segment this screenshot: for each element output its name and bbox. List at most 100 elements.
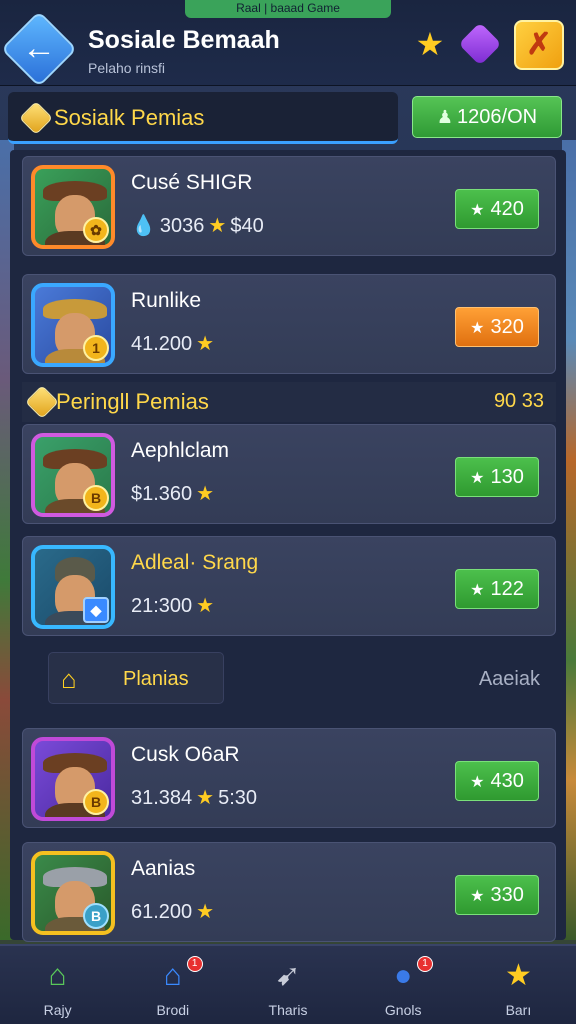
- player-stats: $1.360 ★: [131, 481, 218, 506]
- reward-button[interactable]: ★ 320: [455, 307, 539, 347]
- reward-button[interactable]: ★ 420: [455, 189, 539, 229]
- nav-label: Tharis: [268, 1002, 308, 1018]
- stat-primary: 61.200: [131, 901, 193, 923]
- star-icon: ★: [470, 320, 485, 337]
- nav-label: Brodi: [156, 1002, 190, 1018]
- battle-button[interactable]: ✗: [514, 20, 564, 70]
- section-header-social: Sosialk Pemias: [8, 92, 398, 144]
- reward-value: 130: [490, 466, 524, 488]
- coin-icon: [25, 385, 59, 419]
- stat-secondary: 5:30: [218, 787, 258, 809]
- user-icon: ♟: [436, 107, 454, 127]
- stat-primary: 21:300: [131, 595, 193, 617]
- filter-label: Planias: [123, 668, 189, 690]
- avatar: ✿: [31, 165, 115, 249]
- house-icon: ⌂: [48, 959, 67, 992]
- nav-item-bow[interactable]: ➹ Tharis: [230, 946, 345, 1024]
- avatar: ◆: [31, 545, 115, 629]
- reward-value: 430: [490, 770, 524, 792]
- player-name: Cusk O6aR: [131, 743, 240, 766]
- stat-secondary: $40: [230, 215, 264, 237]
- star-icon: ★: [470, 470, 485, 487]
- player-name: Cusé SHIGR: [131, 171, 253, 194]
- reward-value: 330: [490, 884, 524, 906]
- star-icon: ★: [196, 483, 215, 505]
- list-item[interactable]: ◆ Adleal· Srang 21:300 ★ ★ 122: [22, 536, 556, 636]
- list-item[interactable]: 1 Runlike 41.200 ★ ★ 320: [22, 274, 556, 374]
- stat-primary: 31.384: [131, 787, 193, 809]
- nav-label: Rajy: [43, 1002, 72, 1018]
- reward-button[interactable]: ★ 130: [455, 457, 539, 497]
- avatar: B: [31, 433, 115, 517]
- member-count-label: 1206/ON: [457, 106, 538, 128]
- drop-icon: 💧: [131, 215, 156, 237]
- nav-item-home[interactable]: ⌂ Rajy: [0, 946, 115, 1024]
- bottom-nav: ⌂ Rajy ⌂ 1 Brodi ➹ Tharis ● 1 Gnols ★ Ba…: [0, 944, 576, 1024]
- star-icon: ★: [208, 215, 227, 237]
- page-title: Sosiale Bemaah: [88, 26, 280, 54]
- nav-item-social[interactable]: ● 1 Gnols: [346, 946, 461, 1024]
- section-title: Sosialk Pemias: [54, 105, 205, 130]
- nav-item-shop[interactable]: ⌂ 1 Brodi: [115, 946, 230, 1024]
- player-stats: 31.384 ★ 5:30: [131, 785, 257, 810]
- player-name: Runlike: [131, 289, 202, 312]
- avatar: 1: [31, 283, 115, 367]
- player-stats: 💧 3036 ★ $40: [131, 213, 264, 238]
- gem-currency-icon[interactable]: [458, 22, 502, 66]
- star-icon: ★: [196, 333, 215, 355]
- ranking-value: 90 33: [493, 390, 544, 412]
- member-count-button[interactable]: ♟ 1206/ON: [412, 96, 562, 138]
- player-name: Adleal· Srang: [131, 551, 259, 574]
- star-icon: ★: [470, 888, 485, 905]
- star-icon: ★: [196, 595, 215, 617]
- notification-badge: 1: [417, 956, 434, 972]
- coin-icon: [19, 101, 53, 135]
- avatar: B: [31, 851, 115, 935]
- reward-value: 122: [490, 578, 524, 600]
- star-icon: ★: [470, 774, 485, 791]
- rank-badge-icon: B: [83, 789, 109, 815]
- star-icon: ★: [504, 959, 532, 992]
- avatar: B: [31, 737, 115, 821]
- nav-item-star[interactable]: ★ Barı: [461, 946, 576, 1024]
- rank-badge-icon: B: [83, 903, 109, 929]
- section-header-ranking: Peringll Pemias 90 33: [22, 382, 556, 422]
- rank-badge-icon: 1: [83, 335, 109, 361]
- home-icon: ⌂: [61, 664, 77, 694]
- reward-button[interactable]: ★ 330: [455, 875, 539, 915]
- reward-button[interactable]: ★ 122: [455, 569, 539, 609]
- nav-label: Gnols: [384, 1002, 422, 1018]
- list-item[interactable]: B Aanias 61.200 ★ ★ 330: [22, 842, 556, 942]
- player-name: Aanias: [131, 857, 196, 880]
- shield-badge-icon: ◆: [83, 597, 109, 623]
- bow-icon: ➹: [275, 959, 301, 992]
- side-link[interactable]: Aaeiak: [479, 668, 540, 691]
- page-subtitle: Pelaho rinsfi: [88, 60, 166, 76]
- reward-value: 420: [490, 198, 524, 220]
- list-item[interactable]: ✿ Cusé SHIGR 💧 3036 ★ $40 ★ 420: [22, 156, 556, 256]
- star-icon: ★: [470, 582, 485, 599]
- star-icon: ★: [470, 202, 485, 219]
- star-currency-icon[interactable]: ★: [410, 24, 450, 64]
- reward-value: 320: [490, 316, 524, 338]
- rank-badge-icon: ✿: [83, 217, 109, 243]
- star-icon: ★: [196, 901, 215, 923]
- reward-button[interactable]: ★ 430: [455, 761, 539, 801]
- nav-label: Barı: [505, 1002, 532, 1018]
- player-name: Aephlclam: [131, 439, 230, 462]
- stat-primary: 3036: [159, 215, 205, 237]
- top-ribbon: Raal | baaad Game: [185, 0, 391, 18]
- player-stats: 61.200 ★: [131, 899, 218, 924]
- notification-badge: 1: [186, 956, 203, 972]
- rank-badge-icon: B: [83, 485, 109, 511]
- list-item[interactable]: B Cusk O6aR 31.384 ★ 5:30 ★ 430: [22, 728, 556, 828]
- star-icon: ★: [196, 787, 215, 809]
- section-title: Peringll Pemias: [56, 389, 209, 414]
- player-stats: 21:300 ★: [131, 593, 218, 618]
- player-stats: 41.200 ★: [131, 331, 218, 356]
- back-arrow-icon: ←: [22, 29, 56, 67]
- stat-primary: $1.360: [131, 483, 193, 505]
- filter-button[interactable]: ⌂ Planias: [48, 652, 224, 704]
- stat-primary: 41.200: [131, 333, 193, 355]
- list-item[interactable]: B Aephlclam $1.360 ★ ★ 130: [22, 424, 556, 524]
